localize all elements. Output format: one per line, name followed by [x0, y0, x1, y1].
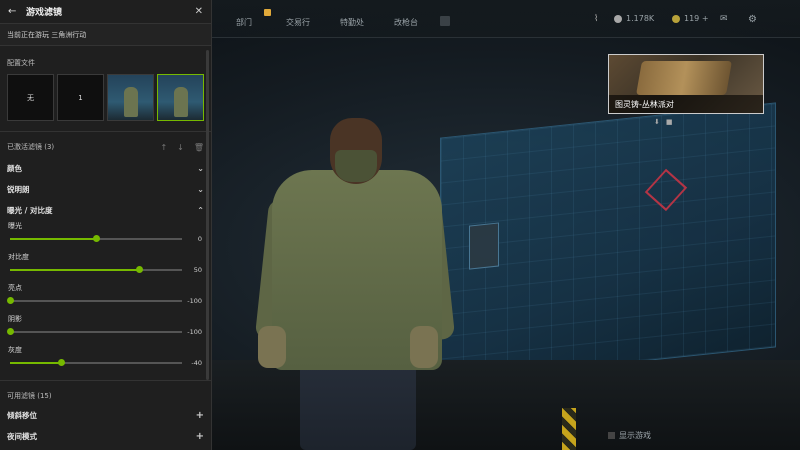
- active-filter-list: 颜色 ⌄ 锐明朗 ⌄ 曝光 / 对比度 ⌃: [0, 158, 211, 221]
- profile-3-thumbnail[interactable]: [157, 74, 204, 121]
- active-filters-label: 已激活滤镜 (3): [7, 143, 55, 151]
- plus-icon[interactable]: +: [196, 410, 204, 421]
- slider-fill: [10, 238, 96, 240]
- slider-fill: [10, 362, 62, 364]
- checkbox-icon[interactable]: [608, 432, 615, 439]
- profiles-label: 配置文件: [7, 59, 35, 67]
- available-filter-list: 倾斜移位 + 夜间模式 +: [0, 405, 211, 447]
- profile-none[interactable]: 无: [7, 74, 54, 121]
- slider-thumb[interactable]: [6, 328, 14, 335]
- slider-row: 亮点 -100: [0, 283, 211, 314]
- slider-thumb[interactable]: [58, 359, 66, 366]
- game-filter-panel: ← 游戏滤镜 ✕ 当前正在游玩 三角洲行动 配置文件 无 1 已激活滤镜 (3)…: [0, 0, 212, 450]
- slider-row: 对比度 50: [0, 252, 211, 283]
- slider-value: -40: [191, 359, 202, 367]
- nav-item-department[interactable]: 部门: [236, 17, 252, 28]
- slider-row: 曝光 0: [0, 221, 211, 252]
- character-mask: [335, 150, 377, 182]
- divider: [0, 380, 211, 381]
- screen-portrait: [469, 222, 499, 270]
- game-top-bar: 部门 交易行 特勤处 改枪台 ⌇ 1.178K 119 + ✉ ⚙: [212, 0, 800, 38]
- nav-item-trade[interactable]: 交易行: [286, 17, 310, 28]
- filter-exposure-contrast-label: 曝光 / 对比度: [7, 206, 53, 215]
- exposure-contrast-sliders: 曝光 0 对比度 50 亮点 -100 阴影 -100 灰度 -40: [0, 221, 211, 376]
- profile-none-label: 无: [27, 93, 34, 102]
- arrow-left-icon[interactable]: ←: [8, 6, 22, 17]
- panel-scrollbar[interactable]: [206, 50, 209, 380]
- character-glove-left: [258, 326, 286, 368]
- slider-value: -100: [187, 328, 202, 336]
- slider-track[interactable]: [6, 297, 182, 304]
- available-filters-label: 可用滤镜 (15): [7, 392, 52, 400]
- slider-label: 亮点: [8, 284, 22, 292]
- filter-tilt-shift-label: 倾斜移位: [7, 411, 37, 420]
- current-game-label: 当前正在游玩 三角洲行动: [0, 24, 211, 46]
- currency-2-amount[interactable]: 119 +: [684, 14, 709, 23]
- gear-icon[interactable]: ⚙: [748, 14, 757, 25]
- slider-value: 0: [197, 235, 202, 243]
- slider-label: 曝光: [8, 222, 22, 230]
- slider-fill: [10, 269, 139, 271]
- filter-tilt-shift[interactable]: 倾斜移位 +: [0, 405, 211, 426]
- event-card-image: [636, 61, 732, 95]
- arrow-down-icon[interactable]: ↓: [177, 143, 184, 152]
- slider-row: 阴影 -100: [0, 314, 211, 345]
- slider-track[interactable]: [10, 266, 182, 273]
- panel-header: ← 游戏滤镜 ✕: [0, 0, 211, 24]
- slider-track[interactable]: [10, 235, 182, 242]
- event-card-controls: ⬇ ■: [654, 118, 673, 126]
- slider-row: 灰度 -40: [0, 345, 211, 376]
- filter-sharpen-label: 锐明朗: [7, 185, 30, 194]
- chevron-up-icon[interactable]: ⌃: [197, 206, 204, 215]
- slider-label: 灰度: [8, 346, 22, 354]
- notification-badge-icon: [264, 9, 271, 16]
- slider-thumb[interactable]: [92, 235, 100, 242]
- slider-value: -100: [187, 297, 202, 305]
- profile-1[interactable]: 1: [57, 74, 104, 121]
- chevron-down-icon[interactable]: ⌄: [197, 164, 204, 173]
- divider: [0, 131, 211, 132]
- wifi-icon: ⌇: [594, 14, 599, 24]
- slider-track[interactable]: [6, 328, 182, 335]
- filter-color[interactable]: 颜色 ⌄: [0, 158, 211, 179]
- show-game-toggle[interactable]: 显示游戏: [608, 430, 651, 441]
- page-indicator-icon[interactable]: ■: [666, 118, 673, 126]
- plus-icon[interactable]: +: [196, 431, 204, 442]
- slider-track[interactable]: [10, 359, 182, 366]
- profile-2-thumbnail[interactable]: [107, 74, 154, 121]
- filter-night-mode-label: 夜间模式: [7, 432, 37, 441]
- profile-1-label: 1: [78, 93, 83, 102]
- filter-color-label: 颜色: [7, 164, 22, 173]
- slider-thumb[interactable]: [6, 297, 14, 304]
- filter-exposure-contrast[interactable]: 曝光 / 对比度 ⌃: [0, 200, 211, 221]
- profile-list: 无 1: [0, 74, 211, 121]
- filter-sharpen[interactable]: 锐明朗 ⌄: [0, 179, 211, 200]
- active-filters-header: 已激活滤镜 (3) ↑ ↓ 🗑: [0, 142, 211, 152]
- slider-label: 对比度: [8, 253, 29, 261]
- slider-thumb[interactable]: [135, 266, 143, 273]
- panel-title: 游戏滤镜: [26, 8, 63, 18]
- currency-1-icon: [614, 14, 622, 23]
- holo-screen: [440, 102, 776, 383]
- currency-2-icon: [672, 14, 680, 23]
- nav-item-special-ops[interactable]: 特勤处: [340, 17, 364, 28]
- download-icon[interactable]: ⬇: [654, 118, 660, 126]
- nav-item-gunsmith[interactable]: 改枪台: [394, 17, 418, 28]
- event-card[interactable]: 图灵铸-丛林派对: [608, 54, 764, 114]
- filter-night-mode[interactable]: 夜间模式 +: [0, 426, 211, 447]
- character-glove-right: [410, 326, 438, 368]
- close-icon[interactable]: ✕: [195, 6, 203, 17]
- trash-icon[interactable]: 🗑: [194, 143, 204, 152]
- mail-icon[interactable]: ✉: [720, 14, 728, 24]
- slider-value: 50: [193, 266, 202, 274]
- currency-1-amount: 1.178K: [626, 14, 655, 23]
- show-game-label: 显示游戏: [619, 431, 651, 440]
- arrow-up-icon[interactable]: ↑: [160, 143, 167, 152]
- event-card-title: 图灵铸-丛林派对: [609, 95, 763, 113]
- slider-label: 阴影: [8, 315, 22, 323]
- chevron-down-icon[interactable]: ⌄: [197, 185, 204, 194]
- menu-square-icon[interactable]: [440, 16, 450, 26]
